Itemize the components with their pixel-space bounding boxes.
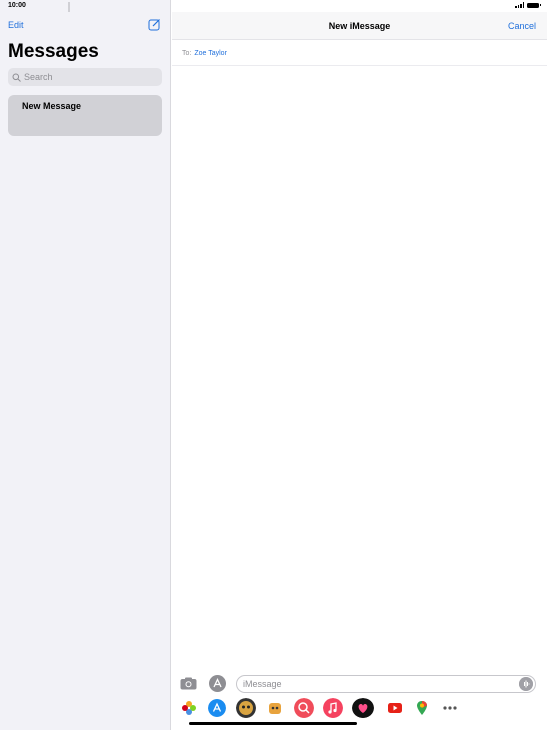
- app-store-icon[interactable]: [208, 699, 226, 717]
- animoji-icon[interactable]: [266, 699, 284, 717]
- message-input[interactable]: iMessage: [236, 675, 536, 693]
- app-drawer: [172, 697, 547, 719]
- home-indicator[interactable]: [189, 722, 357, 725]
- status-time: 10:00: [8, 2, 26, 9]
- to-label: To:: [182, 49, 192, 57]
- nav-title: New iMessage: [328, 21, 391, 31]
- search-icon: [12, 73, 21, 82]
- camera-icon[interactable]: [180, 677, 197, 690]
- audio-message-icon[interactable]: [519, 677, 533, 691]
- cancel-button[interactable]: Cancel: [508, 21, 536, 31]
- edit-button[interactable]: Edit: [8, 20, 24, 30]
- search-placeholder: Search: [24, 72, 53, 82]
- page-title: Messages: [8, 41, 99, 62]
- conversation-item[interactable]: New Message: [8, 95, 162, 136]
- digital-touch-icon[interactable]: [352, 698, 374, 718]
- signal-icon: [515, 2, 524, 8]
- sidebar: Edit Messages Search New Message: [0, 0, 171, 730]
- compose-icon[interactable]: [148, 18, 161, 31]
- maps-icon[interactable]: [413, 699, 431, 717]
- recipient-field[interactable]: To: Zoe Taylor: [172, 41, 547, 66]
- compose-bar: iMessage: [172, 673, 547, 695]
- recipient-name[interactable]: Zoe Taylor: [194, 50, 227, 57]
- music-icon[interactable]: [323, 698, 343, 718]
- search-input[interactable]: Search: [8, 68, 162, 86]
- nav-bar: New iMessage Cancel: [172, 12, 547, 40]
- more-icon[interactable]: [441, 699, 459, 717]
- app-store-icon[interactable]: [208, 674, 227, 693]
- search-images-icon[interactable]: [294, 698, 314, 718]
- battery-icon: [527, 2, 541, 8]
- memoji-icon[interactable]: [236, 698, 256, 718]
- status-bar: 10:00: [0, 0, 547, 12]
- screen: Edit Messages Search New Message New iMe…: [0, 0, 547, 730]
- photos-icon[interactable]: [180, 699, 198, 717]
- main-panel: New iMessage Cancel To: Zoe Taylor iMess…: [172, 0, 547, 730]
- youtube-icon[interactable]: [386, 699, 404, 717]
- status-indicators: [515, 2, 541, 8]
- conversation-title: New Message: [22, 101, 82, 111]
